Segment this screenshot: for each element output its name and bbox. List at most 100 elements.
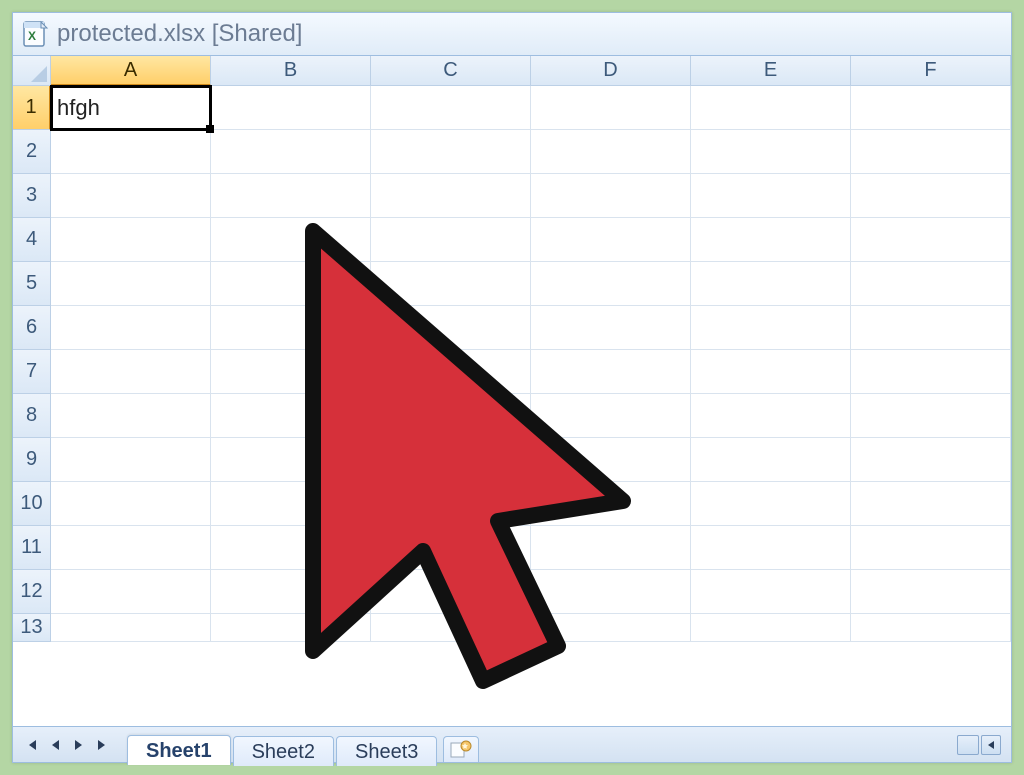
cell-D12[interactable] bbox=[531, 570, 691, 614]
cell-E4[interactable] bbox=[691, 218, 851, 262]
cell-E9[interactable] bbox=[691, 438, 851, 482]
cell-B13[interactable] bbox=[211, 614, 371, 642]
sheet-tab-sheet3[interactable]: Sheet3 bbox=[336, 736, 437, 766]
sheet-tab-sheet1[interactable]: Sheet1 bbox=[127, 735, 231, 765]
cell-A5[interactable] bbox=[51, 262, 211, 306]
row-header-13[interactable]: 13 bbox=[13, 614, 51, 642]
horizontal-scroll[interactable] bbox=[957, 735, 1005, 755]
cell-D7[interactable] bbox=[531, 350, 691, 394]
cell-B2[interactable] bbox=[211, 130, 371, 174]
cell-F5[interactable] bbox=[851, 262, 1011, 306]
column-header-D[interactable]: D bbox=[531, 56, 691, 86]
cell-A4[interactable] bbox=[51, 218, 211, 262]
tab-nav-first[interactable] bbox=[20, 734, 42, 756]
cell-E8[interactable] bbox=[691, 394, 851, 438]
cell-D5[interactable] bbox=[531, 262, 691, 306]
cell-C3[interactable] bbox=[371, 174, 531, 218]
cell-A2[interactable] bbox=[51, 130, 211, 174]
cell-B3[interactable] bbox=[211, 174, 371, 218]
cell-B11[interactable] bbox=[211, 526, 371, 570]
cell-A11[interactable] bbox=[51, 526, 211, 570]
row-header-11[interactable]: 11 bbox=[13, 526, 51, 570]
cell-D10[interactable] bbox=[531, 482, 691, 526]
scroll-left-button[interactable] bbox=[981, 735, 1001, 755]
cell-C8[interactable] bbox=[371, 394, 531, 438]
scroll-thumb[interactable] bbox=[957, 735, 979, 755]
cell-F10[interactable] bbox=[851, 482, 1011, 526]
cell-E3[interactable] bbox=[691, 174, 851, 218]
cell-E11[interactable] bbox=[691, 526, 851, 570]
cell-C2[interactable] bbox=[371, 130, 531, 174]
row-header-6[interactable]: 6 bbox=[13, 306, 51, 350]
cell-C7[interactable] bbox=[371, 350, 531, 394]
cell-D4[interactable] bbox=[531, 218, 691, 262]
cell-E12[interactable] bbox=[691, 570, 851, 614]
row-header-9[interactable]: 9 bbox=[13, 438, 51, 482]
cell-A6[interactable] bbox=[51, 306, 211, 350]
cell-B9[interactable] bbox=[211, 438, 371, 482]
cell-C6[interactable] bbox=[371, 306, 531, 350]
cell-E1[interactable] bbox=[691, 86, 851, 130]
column-header-E[interactable]: E bbox=[691, 56, 851, 86]
cell-C4[interactable] bbox=[371, 218, 531, 262]
cell-B8[interactable] bbox=[211, 394, 371, 438]
cell-E2[interactable] bbox=[691, 130, 851, 174]
row-header-5[interactable]: 5 bbox=[13, 262, 51, 306]
cell-F6[interactable] bbox=[851, 306, 1011, 350]
row-header-1[interactable]: 1 bbox=[13, 86, 51, 130]
row-header-7[interactable]: 7 bbox=[13, 350, 51, 394]
cell-C10[interactable] bbox=[371, 482, 531, 526]
column-header-B[interactable]: B bbox=[211, 56, 371, 86]
row-header-8[interactable]: 8 bbox=[13, 394, 51, 438]
cell-F9[interactable] bbox=[851, 438, 1011, 482]
tab-nav-next[interactable] bbox=[68, 734, 90, 756]
cell-A8[interactable] bbox=[51, 394, 211, 438]
cell-C1[interactable] bbox=[371, 86, 531, 130]
cell-E6[interactable] bbox=[691, 306, 851, 350]
cell-D8[interactable] bbox=[531, 394, 691, 438]
cell-C5[interactable] bbox=[371, 262, 531, 306]
cell-B6[interactable] bbox=[211, 306, 371, 350]
cell-F13[interactable] bbox=[851, 614, 1011, 642]
cell-F8[interactable] bbox=[851, 394, 1011, 438]
cell-D11[interactable] bbox=[531, 526, 691, 570]
cell-A3[interactable] bbox=[51, 174, 211, 218]
column-header-F[interactable]: F bbox=[851, 56, 1011, 86]
row-header-4[interactable]: 4 bbox=[13, 218, 51, 262]
cell-D1[interactable] bbox=[531, 86, 691, 130]
sheet-tab-sheet2[interactable]: Sheet2 bbox=[233, 736, 334, 766]
cell-F1[interactable] bbox=[851, 86, 1011, 130]
cell-D3[interactable] bbox=[531, 174, 691, 218]
cell-A10[interactable] bbox=[51, 482, 211, 526]
cell-B7[interactable] bbox=[211, 350, 371, 394]
cell-B5[interactable] bbox=[211, 262, 371, 306]
column-header-A[interactable]: A bbox=[51, 56, 211, 86]
cell-D9[interactable] bbox=[531, 438, 691, 482]
cell-E10[interactable] bbox=[691, 482, 851, 526]
new-sheet-button[interactable] bbox=[443, 736, 479, 762]
cell-B12[interactable] bbox=[211, 570, 371, 614]
row-header-12[interactable]: 12 bbox=[13, 570, 51, 614]
cell-F4[interactable] bbox=[851, 218, 1011, 262]
cell-F7[interactable] bbox=[851, 350, 1011, 394]
cell-C13[interactable] bbox=[371, 614, 531, 642]
column-header-C[interactable]: C bbox=[371, 56, 531, 86]
row-header-10[interactable]: 10 bbox=[13, 482, 51, 526]
cell-A7[interactable] bbox=[51, 350, 211, 394]
row-header-2[interactable]: 2 bbox=[13, 130, 51, 174]
cell-C12[interactable] bbox=[371, 570, 531, 614]
cell-E5[interactable] bbox=[691, 262, 851, 306]
select-all-corner[interactable] bbox=[13, 56, 51, 86]
cell-F11[interactable] bbox=[851, 526, 1011, 570]
cell-D2[interactable] bbox=[531, 130, 691, 174]
cell-E7[interactable] bbox=[691, 350, 851, 394]
cell-B4[interactable] bbox=[211, 218, 371, 262]
cell-A12[interactable] bbox=[51, 570, 211, 614]
worksheet-grid[interactable]: ABCDEF 1hfgh2345678910111213 bbox=[13, 55, 1011, 726]
cell-F2[interactable] bbox=[851, 130, 1011, 174]
cell-C9[interactable] bbox=[371, 438, 531, 482]
tab-nav-last[interactable] bbox=[92, 734, 114, 756]
cell-A1[interactable]: hfgh bbox=[51, 86, 211, 130]
cell-A9[interactable] bbox=[51, 438, 211, 482]
cell-E13[interactable] bbox=[691, 614, 851, 642]
